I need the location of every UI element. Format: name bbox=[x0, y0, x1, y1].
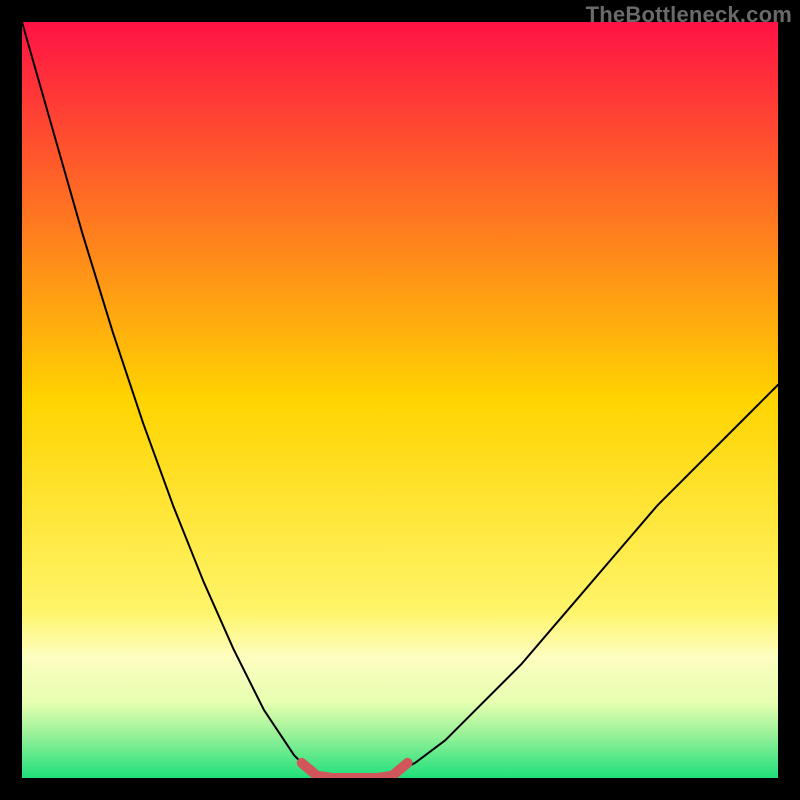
chart-frame: TheBottleneck.com bbox=[0, 0, 800, 800]
watermark-text: TheBottleneck.com bbox=[586, 2, 792, 28]
plot-area bbox=[22, 22, 778, 778]
chart-svg bbox=[22, 22, 778, 778]
